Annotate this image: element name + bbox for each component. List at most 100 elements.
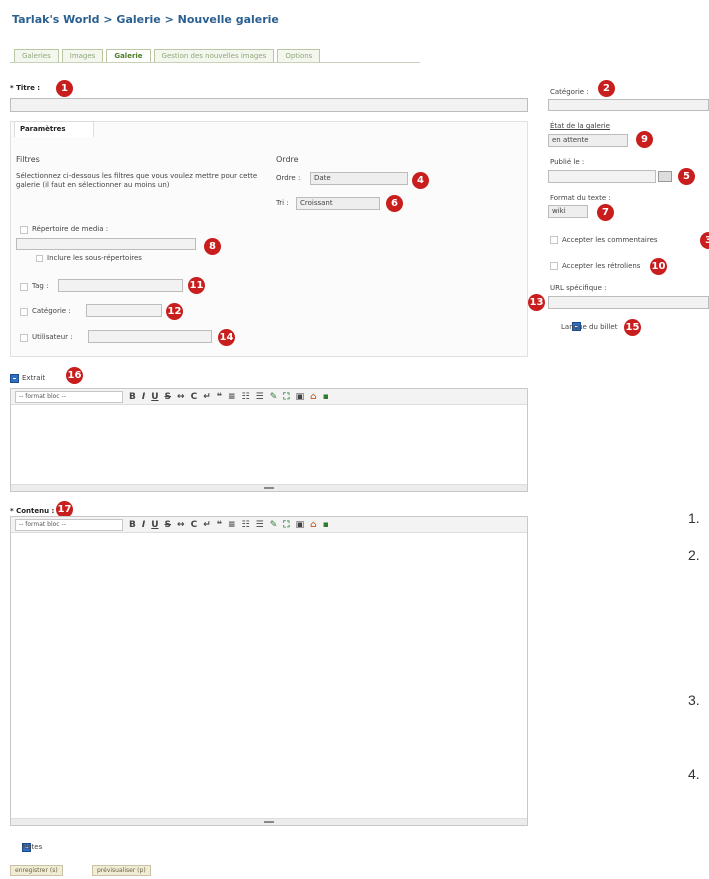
text-format-select[interactable]: wiki (548, 205, 588, 218)
underline-button[interactable]: U (151, 520, 158, 530)
quote-icon[interactable]: ❝ (217, 520, 222, 530)
excerpt-toggle-icon[interactable] (10, 374, 19, 383)
order-select[interactable]: Date (310, 172, 408, 185)
sort-select[interactable]: Croissant (296, 197, 380, 210)
accept-trackbacks-label: Accepter les rétroliens (562, 262, 641, 270)
badge-11: 11 (188, 277, 205, 294)
category-filter-select[interactable] (86, 304, 162, 317)
post-link-icon[interactable]: ⌂ (310, 520, 316, 530)
unordered-list-icon[interactable]: ☷ (242, 392, 250, 402)
include-subdirs-checkbox[interactable] (36, 255, 43, 262)
parameters-label: Paramètres (20, 125, 66, 133)
ordered-list-icon[interactable]: ☰ (256, 392, 264, 402)
accept-trackbacks-checkbox[interactable] (550, 262, 558, 270)
title-input[interactable] (10, 98, 528, 112)
tab-options[interactable]: Options (277, 49, 321, 63)
tag-input[interactable] (58, 279, 183, 292)
preview-button[interactable]: prévisualiser (p) (92, 865, 151, 876)
badge-3: 3 (700, 232, 709, 249)
state-select[interactable]: en attente (548, 134, 628, 147)
link-icon[interactable]: ✎ (270, 392, 278, 402)
category-label: Catégorie : (550, 88, 589, 96)
media-dir-label: Répertoire de media : (32, 225, 109, 233)
notes-label: Notes (22, 843, 43, 851)
page-title: Tarlak's World > Galerie > Nouvelle gale… (12, 13, 279, 26)
inline-code-icon[interactable]: ↔ (177, 520, 185, 530)
preview-icon[interactable]: ▪ (323, 520, 329, 530)
published-date-input[interactable] (548, 170, 656, 183)
badge-12: 12 (166, 303, 183, 320)
badge-10: 10 (650, 258, 667, 275)
excerpt-format-select[interactable]: -- format bloc -- (15, 390, 123, 403)
post-link-icon[interactable]: ⌂ (310, 392, 316, 402)
ordered-list-icon[interactable]: ☰ (256, 520, 264, 530)
underline-button[interactable]: U (151, 392, 158, 402)
tab-galerie[interactable]: Galerie (106, 49, 151, 63)
order-label: Ordre : (276, 174, 301, 182)
content-format-select[interactable]: -- format bloc -- (15, 518, 123, 531)
list-number-3: 3. (688, 692, 700, 708)
lang-label: Langue du billet (561, 323, 618, 331)
image-icon[interactable]: ⛶ (283, 392, 289, 402)
image-icon[interactable]: ⛶ (283, 520, 289, 530)
media-icon[interactable]: ▣ (296, 392, 305, 402)
code-block-icon[interactable]: ≡ (228, 392, 236, 402)
inline-code-icon[interactable]: ↔ (177, 392, 185, 402)
bold-button[interactable]: B (129, 520, 136, 530)
text-format-label: Format du texte : (550, 194, 611, 202)
media-icon[interactable]: ▣ (296, 520, 305, 530)
line-break-icon[interactable]: ↵ (203, 520, 211, 530)
excerpt-resize-handle[interactable] (11, 484, 527, 491)
badge-16: 16 (66, 367, 83, 384)
code-block-icon[interactable]: ≡ (228, 520, 236, 530)
line-break-icon[interactable]: ↵ (203, 392, 211, 402)
tab-galeries[interactable]: Galeries (14, 49, 59, 63)
category-filter-checkbox[interactable] (20, 308, 28, 316)
badge-9: 9 (636, 131, 653, 148)
tag-label: Tag : (32, 282, 49, 290)
accept-comments-checkbox[interactable] (550, 236, 558, 244)
content-resize-handle[interactable] (11, 818, 527, 825)
link-icon[interactable]: ✎ (270, 520, 278, 530)
save-button[interactable]: enregistrer (s) (10, 865, 63, 876)
unordered-list-icon[interactable]: ☷ (242, 520, 250, 530)
badge-5: 5 (678, 168, 695, 185)
badge-14: 14 (218, 329, 235, 346)
content-editor[interactable]: -- format bloc -- B I U S ↔ C ↵ ❝ ≡ ☷ ☰ … (10, 516, 528, 826)
media-dir-select[interactable] (16, 238, 196, 250)
excerpt-label: Extrait (22, 374, 46, 382)
content-label: * Contenu : (10, 507, 55, 515)
cite-button[interactable]: C (191, 392, 198, 402)
badge-13: 13 (528, 294, 545, 311)
excerpt-toolbar: -- format bloc -- B I U S ↔ C ↵ ❝ ≡ ☷ ☰ … (11, 389, 527, 405)
tag-checkbox[interactable] (20, 283, 28, 291)
title-label: * Titre : (10, 84, 41, 92)
preview-icon[interactable]: ▪ (323, 392, 329, 402)
strike-button[interactable]: S (165, 392, 171, 402)
strike-button[interactable]: S (165, 520, 171, 530)
list-number-2: 2. (688, 547, 700, 563)
excerpt-editor[interactable]: -- format bloc -- B I U S ↔ C ↵ ❝ ≡ ☷ ☰ … (10, 388, 528, 492)
badge-4: 4 (412, 172, 429, 189)
badge-2: 2 (598, 80, 615, 97)
calendar-icon[interactable] (658, 171, 672, 182)
user-input[interactable] (88, 330, 212, 343)
filters-description: Sélectionnez ci-dessous les filtres que … (16, 172, 258, 189)
published-label: Publié le : (550, 158, 585, 166)
badge-6: 6 (386, 195, 403, 212)
italic-button[interactable]: I (142, 392, 145, 402)
url-input[interactable] (548, 296, 709, 309)
category-select[interactable] (548, 99, 709, 111)
quote-icon[interactable]: ❝ (217, 392, 222, 402)
content-toolbar: -- format bloc -- B I U S ↔ C ↵ ❝ ≡ ☷ ☰ … (11, 517, 527, 533)
list-number-1: 1. (688, 510, 700, 526)
media-dir-checkbox[interactable] (20, 226, 28, 234)
italic-button[interactable]: I (142, 520, 145, 530)
user-checkbox[interactable] (20, 334, 28, 342)
tab-gestion-nouvelles-images[interactable]: Gestion des nouvelles images (153, 49, 275, 63)
tab-divider (10, 62, 420, 63)
cite-button[interactable]: C (191, 520, 198, 530)
state-label: État de la galerie (550, 122, 610, 130)
tab-images[interactable]: Images (61, 49, 104, 63)
bold-button[interactable]: B (129, 392, 136, 402)
